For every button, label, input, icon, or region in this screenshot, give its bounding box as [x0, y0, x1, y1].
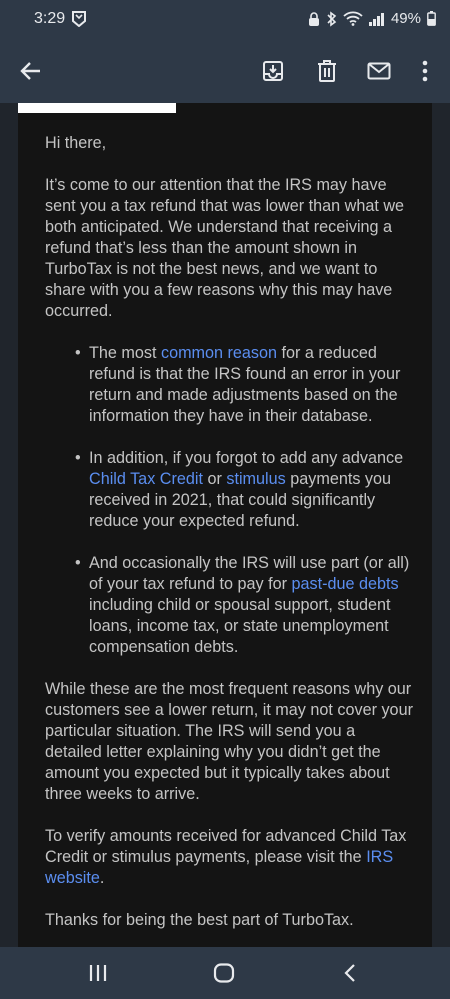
header-image-strip	[18, 103, 176, 113]
list-item: And occasionally the IRS will use part (…	[75, 553, 415, 658]
email-content: Hi there, It’s come to our attention tha…	[45, 133, 415, 952]
bluetooth-icon	[327, 10, 337, 27]
status-bar: 3:29 49%	[0, 0, 450, 40]
bullet-text: or	[202, 470, 227, 488]
email-body: Hi there, It’s come to our attention tha…	[18, 103, 432, 947]
signal-icon	[368, 12, 384, 26]
lock-icon	[308, 11, 319, 26]
more-options-button[interactable]	[410, 56, 440, 86]
archive-button[interactable]	[258, 56, 288, 86]
list-item: The most common reason for a reduced ref…	[75, 343, 415, 427]
verify-period: .	[99, 869, 105, 887]
recents-button[interactable]	[84, 960, 112, 986]
nav-back-button[interactable]	[336, 960, 364, 986]
system-nav-bar	[0, 947, 450, 999]
delete-button[interactable]	[312, 56, 342, 86]
archive-icon	[263, 61, 283, 81]
status-time: 3:29	[34, 10, 66, 27]
common-reason-link[interactable]: common reason	[161, 344, 277, 362]
bullet-text: The most	[89, 344, 161, 362]
battery-icon	[427, 11, 436, 26]
battery-percent: 49%	[390, 10, 421, 27]
reasons-list: The most common reason for a reduced ref…	[45, 343, 415, 658]
home-icon	[213, 963, 235, 983]
child-tax-credit-link[interactable]: Child Tax Credit	[89, 470, 203, 488]
bullet-text: including child or spousal support, stud…	[89, 596, 391, 656]
recents-icon	[89, 965, 107, 981]
past-due-debts-link[interactable]: past-due debts	[291, 575, 398, 593]
home-button[interactable]	[210, 960, 238, 986]
verify-text: To verify amounts received for advanced …	[45, 827, 407, 866]
more-vert-icon	[422, 60, 428, 82]
shield-app-icon	[72, 11, 86, 27]
wifi-icon	[343, 11, 363, 26]
status-icons: 49%	[308, 10, 436, 27]
mark-unread-button[interactable]	[364, 56, 394, 86]
email-view[interactable]: Hi there, It’s come to our attention tha…	[0, 103, 450, 947]
bullet-text: In addition, if you forgot to add any ad…	[89, 449, 404, 467]
explanation-paragraph: While these are the most frequent reason…	[45, 680, 413, 803]
delete-icon	[318, 60, 336, 82]
intro-paragraph: It’s come to our attention that the IRS …	[45, 176, 405, 320]
verify-paragraph: To verify amounts received for advanced …	[45, 826, 415, 889]
back-icon	[344, 964, 355, 982]
back-arrow-icon	[20, 62, 40, 80]
back-arrow-button[interactable]	[16, 56, 46, 86]
greeting: Hi there,	[45, 134, 107, 152]
mark-unread-icon	[367, 62, 391, 80]
list-item: In addition, if you forgot to add any ad…	[75, 448, 415, 532]
stimulus-link[interactable]: stimulus	[226, 470, 285, 488]
email-toolbar	[0, 40, 450, 103]
closing-line: Thanks for being the best part of TurboT…	[45, 911, 354, 929]
